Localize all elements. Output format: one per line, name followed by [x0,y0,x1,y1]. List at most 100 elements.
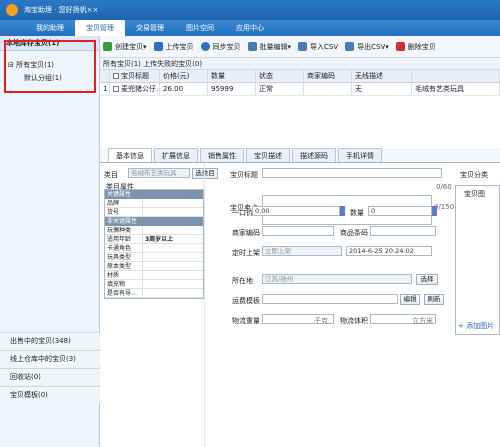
col-code[interactable]: 商家编码 [304,70,352,82]
list-subtabs[interactable]: 所有宝贝(1) 上传失败的宝贝(0) [100,58,500,70]
tab-app-center[interactable]: 应用中心 [225,20,275,36]
row-code [304,83,352,95]
row-checkbox[interactable] [113,86,119,92]
upload-item-button[interactable]: 上传宝贝 [153,42,194,52]
weight-unit: 千克 [314,317,328,325]
schedule-select[interactable]: 立即上架 [262,246,342,256]
col-title[interactable]: 宝贝标题 [110,70,160,82]
batch-edit-label: 批量编辑 [259,42,288,51]
attr-row[interactable]: 填充物 [105,280,203,289]
merchant-code-input[interactable] [262,226,334,236]
row-title: 麦兜猪公仔… [110,83,160,95]
attr-value[interactable] [143,262,203,270]
attr-row[interactable]: 品牌 [105,199,203,208]
tab-mobile-details[interactable]: 手机详情 [338,148,382,162]
basic-info-form: 类目 毛绒布艺类玩具 选类目 类目属性 关键属性 品牌 货号 非关键属性 玩偶种… [100,163,500,447]
export-csv-button[interactable]: 导出CSV ▾ [345,42,389,52]
price-input[interactable]: 0.00 [252,206,340,216]
attr-row[interactable]: 卡通角色 [105,244,203,253]
shipping-template-select[interactable] [262,294,398,304]
upload-icon [153,42,163,51]
delete-item-label: 删除宝贝 [407,42,436,51]
create-item-button[interactable]: 创建宝贝 ▾ [103,42,147,52]
tab-extended-info[interactable]: 扩展信息 [154,148,198,162]
shipping-template-label: 运费模板 [232,297,260,305]
grid-header: 宝贝标题 价格(元) 数量 状态 商家编码 无线描述 [100,70,500,83]
barcode-input[interactable] [370,226,436,236]
attr-row[interactable]: 材质 [105,271,203,280]
category-field[interactable]: 毛绒布艺类玩具 [128,168,190,178]
qty-input[interactable]: 0 [368,206,432,216]
on-sale-items[interactable]: 出售中的宝贝(348) [0,332,100,349]
weight-label: 物流重量 [232,317,260,325]
attr-value[interactable] [143,280,203,288]
barcode-label: 商品条码 [340,229,368,237]
attr-row[interactable]: 适用年龄 3周岁以上 [105,235,203,244]
delete-item-button[interactable]: 删除宝贝 [395,42,436,52]
import-csv-button[interactable]: 导入CSV [298,42,338,52]
tab-description-source[interactable]: 描述源码 [292,148,336,162]
warehouse-items[interactable]: 线上仓库中的宝贝(3) [0,350,100,367]
attr-row[interactable]: 货号 [105,208,203,217]
col-wireless[interactable]: 无线描述 [352,70,412,82]
attr-value[interactable] [143,253,203,261]
detail-tabs: 基本信息 扩展信息 销售属性 宝贝描述 描述源码 手机详情 [100,148,500,163]
tab-image-space[interactable]: 图片空间 [175,20,225,36]
tab-item-management[interactable]: 宝贝管理 [75,20,125,36]
attr-row[interactable]: 原本类型 [105,262,203,271]
attr-key: 是否有导… [105,289,143,297]
tab-my-assistant[interactable]: 我的助理 [25,20,75,36]
taobao-logo-icon [6,4,18,16]
col-qty[interactable]: 数量 [208,70,256,82]
tab-trade-management[interactable]: 交易管理 [125,20,175,36]
title-label: 宝贝标题 [230,171,258,179]
tab-item-description[interactable]: 宝贝描述 [246,148,290,162]
col-extra[interactable] [412,70,500,82]
attr-value[interactable]: 3周岁以上 [143,235,203,243]
attr-key: 卡通角色 [105,244,143,252]
sync-item-label: 同步宝贝 [212,42,241,51]
attr-row[interactable]: 是否有导… [105,289,203,298]
qty-label: 数量 [350,209,364,217]
refresh-shipping-button[interactable]: 刷新 [424,294,444,305]
attr-value[interactable] [143,271,203,279]
title-input[interactable] [262,168,442,178]
price-spinner-icon[interactable] [340,206,345,216]
edit-shipping-button[interactable]: 编辑 [400,294,420,305]
select-location-button[interactable]: 选择 [416,274,438,285]
tab-sales-attributes[interactable]: 销售属性 [200,148,244,162]
select-all-checkbox[interactable] [113,73,119,79]
row-title-text: 麦兜猪公仔… [121,85,160,93]
attr-value[interactable] [143,199,203,207]
item-templates[interactable]: 宝贝模板(0) [0,386,100,403]
col-price[interactable]: 价格(元) [160,70,208,82]
attr-row[interactable]: 玩具类型 [105,253,203,262]
table-row[interactable]: 1 麦兜猪公仔… 26.00 95999 正常 无 毛绒有艺类玩具 [100,83,500,96]
attr-value[interactable] [143,244,203,252]
row-qty: 95999 [208,83,256,95]
attr-row[interactable]: 玩偶种类 [105,226,203,235]
col-status[interactable]: 状态 [256,70,304,82]
volume-label: 物流体积 [340,317,368,325]
recycle-bin[interactable]: 回收站(0) [0,368,100,385]
select-category-button[interactable]: 选类目 [192,168,218,179]
attr-value[interactable] [143,208,203,216]
location-field[interactable]: 江苏/扬州 [262,274,412,284]
schedule-time-input[interactable]: 2014-6-25 20:24:02 [346,246,432,256]
item-image-panel: 宝贝图 + 添加图片 [455,185,500,335]
sync-item-button[interactable]: 同步宝贝 [200,42,241,52]
add-image-link[interactable]: + 添加图片 [458,321,494,331]
tab-basic-info[interactable]: 基本信息 [108,148,152,162]
qty-spinner-icon[interactable] [432,206,437,216]
selling-point-count: 0/150 [434,203,455,211]
attr-key: 玩偶种类 [105,226,143,234]
batch-edit-button[interactable]: 批量编辑 ▾ [247,42,291,52]
export-csv-label: 导出CSV [357,42,386,51]
nonkey-attr-section: 非关键属性 [105,217,203,226]
attr-value[interactable] [143,289,203,297]
attr-value[interactable] [143,226,203,234]
import-csv-icon [298,42,308,51]
key-attr-section: 关键属性 [105,190,203,199]
volume-unit: 立方米 [412,317,433,325]
highlight-box [4,40,96,93]
